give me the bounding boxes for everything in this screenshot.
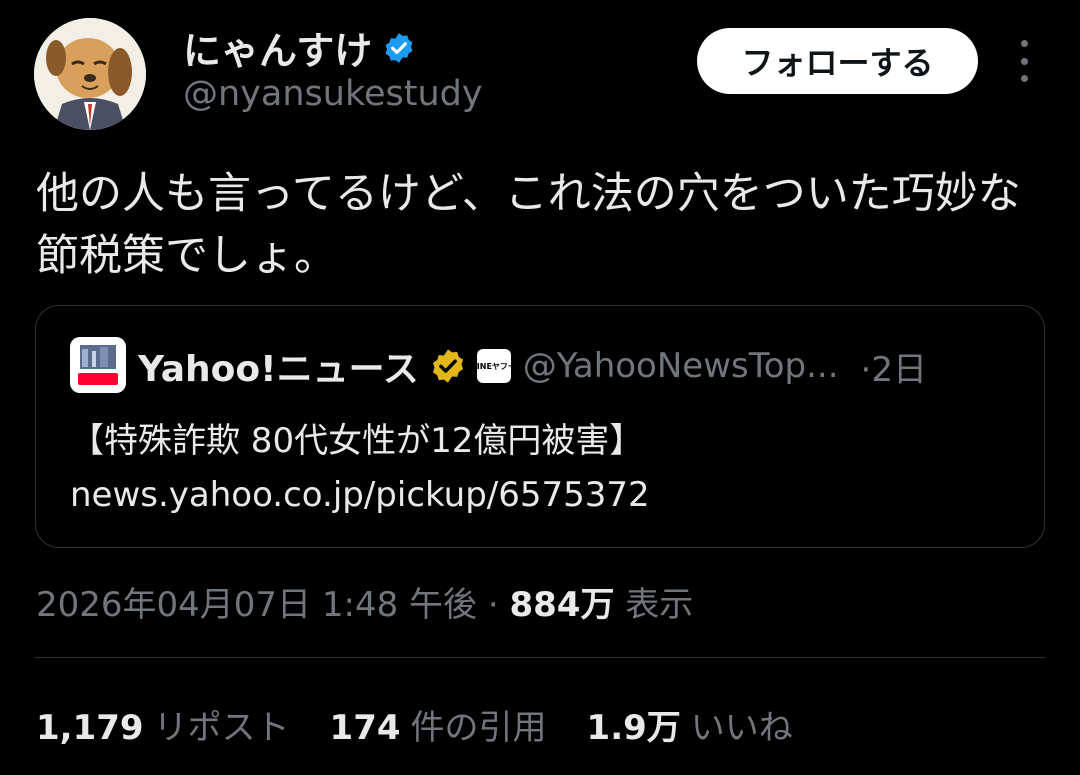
- quote-avatar[interactable]: [70, 337, 126, 393]
- reposts-count: 1,179: [36, 708, 144, 748]
- quotes-label: 件の引用: [410, 708, 547, 748]
- quote-handle[interactable]: @YahooNewsTop...: [523, 346, 839, 386]
- quoted-tweet-card[interactable]: Yahoo!ニュース LINEヤフー @YahooNewsTop... ·2日 …: [35, 305, 1045, 548]
- author-avatar[interactable]: [34, 18, 146, 130]
- quote-header: Yahoo!ニュース LINEヤフー @YahooNewsTop... ·2日: [138, 340, 1018, 392]
- affiliate-badge: LINEヤフー: [472, 349, 516, 383]
- author-name[interactable]: にゃんすけ: [183, 20, 416, 75]
- more-options-icon[interactable]: [1006, 40, 1042, 82]
- tweet-datetime[interactable]: 2026年04月07日 1:48 午後: [36, 585, 477, 625]
- quote-text-line1: 【特殊詐欺 80代女性が12億円被害】: [70, 421, 644, 461]
- likes-label: いいね: [690, 708, 793, 748]
- quotes-count: 174: [329, 708, 401, 748]
- gold-verified-icon: [432, 349, 463, 383]
- reposts-stat[interactable]: 1,179 リポスト: [36, 700, 290, 749]
- likes-stat[interactable]: 1.9万 いいね: [587, 700, 793, 749]
- divider: [34, 657, 1046, 658]
- tweet-meta: 2026年04月07日 1:48 午後 · 884万 表示: [36, 577, 693, 626]
- reposts-label: リポスト: [153, 708, 290, 748]
- views-label: 表示: [625, 585, 694, 625]
- quotes-stat[interactable]: 174 件の引用: [330, 700, 547, 749]
- quote-link[interactable]: news.yahoo.co.jp/pickup/6575372: [70, 468, 1020, 522]
- tweet-text: 他の人も言ってるけど、これ法の穴をついた巧妙な節税策でしょ。: [36, 169, 1021, 281]
- quote-text: 【特殊詐欺 80代女性が12億円被害】 news.yahoo.co.jp/pic…: [70, 414, 1020, 522]
- views-count: 884万: [509, 585, 615, 625]
- verified-badge-icon: [385, 32, 413, 63]
- follow-button[interactable]: フォローする: [697, 28, 978, 94]
- quote-time[interactable]: ·2日: [861, 342, 927, 391]
- quote-author-name[interactable]: Yahoo!ニュース: [138, 340, 419, 392]
- author-handle[interactable]: @nyansukestudy: [183, 74, 483, 114]
- likes-count: 1.9万: [586, 708, 681, 748]
- author-name-text[interactable]: にゃんすけ: [183, 20, 372, 75]
- engagement-stats: 1,179 リポスト 174 件の引用 1.9万 いいね: [36, 700, 833, 749]
- meta-separator: ·: [487, 585, 499, 625]
